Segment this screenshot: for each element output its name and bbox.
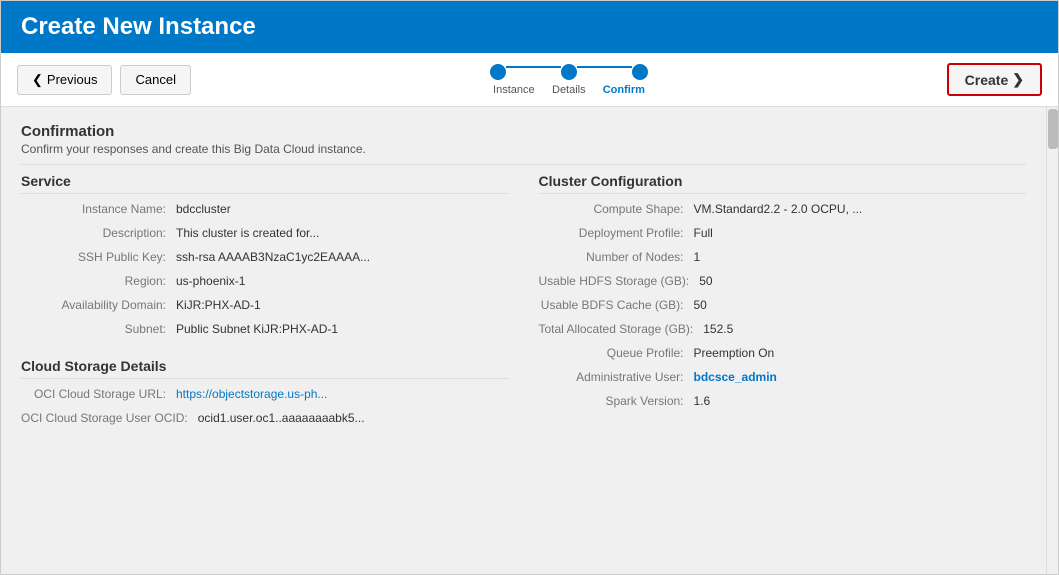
step-label-confirm: Confirm (596, 84, 651, 96)
step-label-details: Details (541, 84, 596, 96)
field-ssh-key: SSH Public Key: ssh-rsa AAAAB3NzaC1yc2EA… (21, 248, 509, 266)
field-availability-domain: Availability Domain: KiJR:PHX-AD-1 (21, 296, 509, 314)
step-instance (490, 64, 506, 80)
divider-1 (21, 164, 1026, 165)
field-oci-ocid: OCI Cloud Storage User OCID: ocid1.user.… (21, 409, 509, 427)
step-label-instance: Instance (486, 84, 541, 96)
right-column: Cluster Configuration Compute Shape: VM.… (539, 173, 1027, 433)
toolbar-right: Create ❯ (947, 63, 1042, 96)
cloud-storage-title: Cloud Storage Details (21, 358, 509, 379)
field-compute-shape: Compute Shape: VM.Standard2.2 - 2.0 OCPU… (539, 200, 1027, 218)
confirmation-subtitle: Confirm your responses and create this B… (21, 142, 1026, 156)
scrollbar-thumb[interactable] (1048, 109, 1058, 149)
field-queue-profile: Queue Profile: Preemption On (539, 344, 1027, 362)
field-subnet: Subnet: Public Subnet KiJR:PHX-AD-1 (21, 320, 509, 338)
field-oci-url: OCI Cloud Storage URL: https://objectsto… (21, 385, 509, 403)
field-region: Region: us-phoenix-1 (21, 272, 509, 290)
step-dot-details (561, 64, 577, 80)
content-area: Confirmation Confirm your responses and … (1, 107, 1058, 574)
field-hdfs-storage: Usable HDFS Storage (GB): 50 (539, 272, 1027, 290)
page-header: Create New Instance (1, 1, 1058, 53)
steps-labels: Instance Details Confirm (486, 84, 651, 96)
previous-button[interactable]: ❮ Previous (17, 65, 112, 95)
step-details (561, 64, 577, 80)
chevron-left-icon: ❮ (32, 72, 43, 88)
step-line-2 (577, 66, 632, 68)
field-admin-user: Administrative User: bdcsce_admin (539, 368, 1027, 386)
confirmation-section: Confirmation Confirm your responses and … (21, 123, 1026, 156)
step-line-1 (506, 66, 561, 68)
confirmation-title: Confirmation (21, 123, 1026, 140)
create-button[interactable]: Create ❯ (947, 63, 1042, 96)
toolbar: ❮ Previous Cancel (1, 53, 1058, 107)
service-section-title: Service (21, 173, 509, 194)
scrollbar-track[interactable] (1046, 107, 1058, 574)
content-inner: Confirmation Confirm your responses and … (1, 107, 1046, 574)
chevron-right-icon: ❯ (1012, 71, 1024, 88)
field-deployment-profile: Deployment Profile: Full (539, 224, 1027, 242)
step-dot-instance (490, 64, 506, 80)
step-confirm (632, 64, 648, 80)
cancel-button[interactable]: Cancel (120, 65, 190, 95)
steps-row (490, 64, 648, 80)
toolbar-left: ❮ Previous Cancel (17, 65, 191, 95)
field-spark-version: Spark Version: 1.6 (539, 392, 1027, 410)
cloud-storage-section: Cloud Storage Details OCI Cloud Storage … (21, 358, 509, 427)
cluster-config-title: Cluster Configuration (539, 173, 1027, 194)
wizard-steps: Instance Details Confirm (486, 64, 651, 96)
two-col-layout: Service Instance Name: bdccluster Descri… (21, 173, 1026, 433)
field-description: Description: This cluster is created for… (21, 224, 509, 242)
page-title: Create New Instance (21, 13, 256, 40)
field-bdfs-cache: Usable BDFS Cache (GB): 50 (539, 296, 1027, 314)
field-total-storage: Total Allocated Storage (GB): 152.5 (539, 320, 1027, 338)
field-num-nodes: Number of Nodes: 1 (539, 248, 1027, 266)
step-dot-confirm (632, 64, 648, 80)
left-column: Service Instance Name: bdccluster Descri… (21, 173, 509, 433)
field-instance-name: Instance Name: bdccluster (21, 200, 509, 218)
